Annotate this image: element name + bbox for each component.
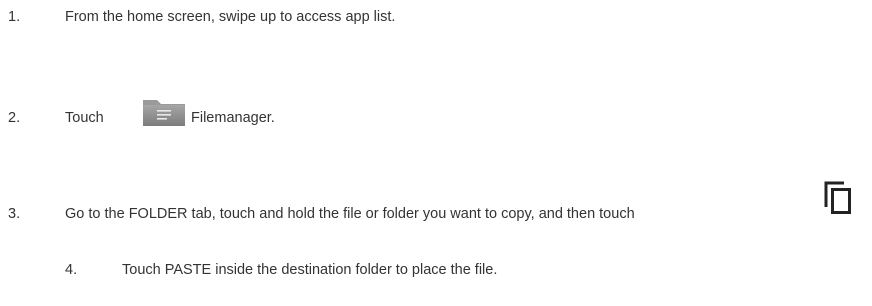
copy-icon [824,181,852,219]
step-number: 3. [8,206,21,222]
folder-icon [141,96,187,132]
step-number: 1. [8,9,21,25]
step-2: 2. Touch Filemanager. [0,100,872,150]
step-number: 2. [8,110,21,126]
step-text: From the home screen, swipe up to access… [65,9,396,25]
step-number: 4. [65,262,78,278]
step-1: 1. From the home screen, swipe up to acc… [0,9,872,49]
step-3: 3. Go to the FOLDER tab, touch and hold … [0,181,872,246]
step-text-after: tab, touch and hold the file or folder y… [187,206,635,222]
step-text-before: Go to the [65,206,129,222]
action-name: PASTE [164,262,212,278]
step-text: Go to the FOLDER tab, touch and hold the… [65,206,635,222]
app-name-suffix: . [270,110,275,126]
step-text-after: inside the destination folder to place t… [211,262,498,278]
step-4: 4. Touch PASTE inside the destination fo… [0,262,872,302]
app-name-label: Filemanager [191,110,271,126]
step-text-before: Touch [122,262,165,278]
app-name: Filemanager. [191,110,275,126]
step-text: Touch PASTE inside the destination folde… [122,262,497,278]
step-prefix: Touch [65,110,104,126]
tab-name: FOLDER [128,206,188,222]
